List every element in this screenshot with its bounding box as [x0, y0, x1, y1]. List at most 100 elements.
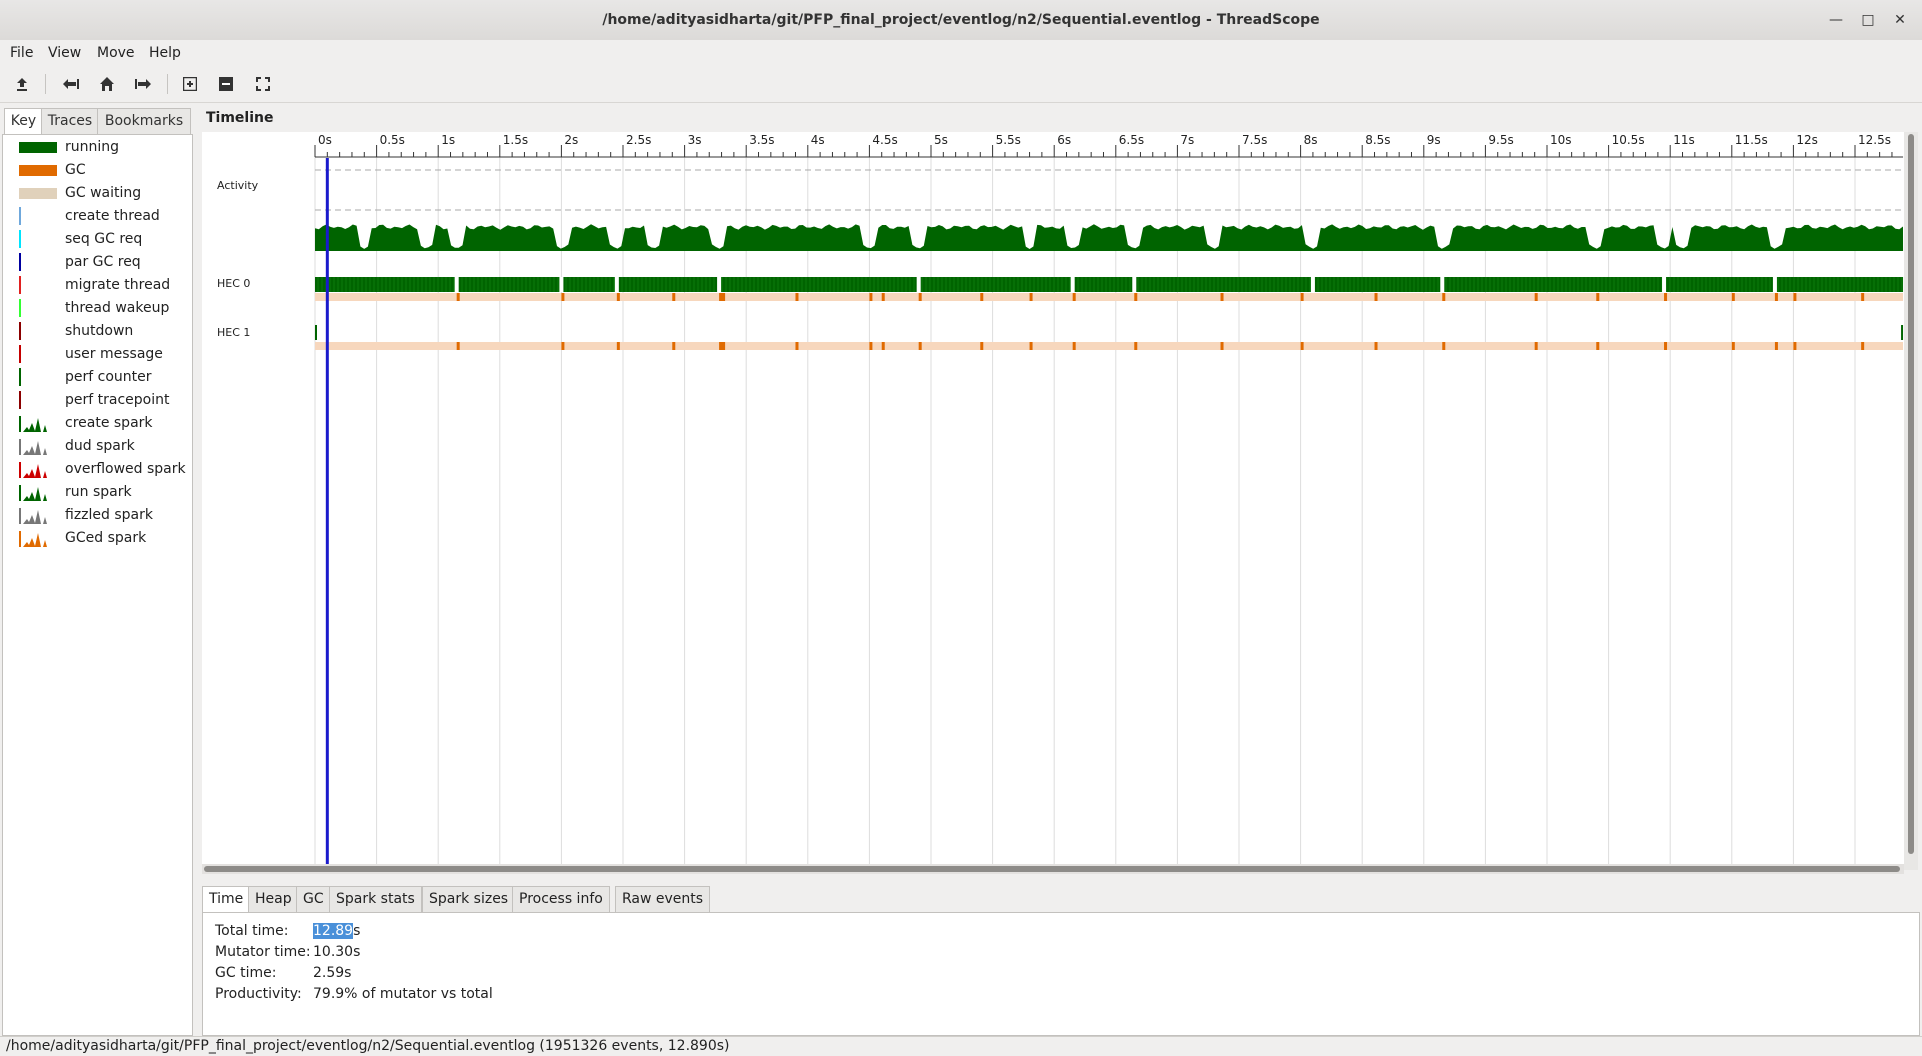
zoom-fit-icon[interactable]: [250, 71, 276, 97]
key-swatch-spark: [19, 438, 49, 463]
key-swatch-spark: [19, 415, 49, 440]
key-label: par GC req: [65, 254, 141, 270]
key-label: overflowed spark: [65, 461, 186, 477]
tick-label: 4.5s: [872, 133, 897, 147]
gc-time-value[interactable]: 2.59s: [313, 965, 351, 981]
hec0-gc-mark: [561, 293, 565, 301]
hec0-gc-mark: [869, 293, 873, 301]
hec0-gc-mark: [795, 293, 799, 301]
hec1-gc-mark: [1861, 342, 1865, 350]
total-time-selection[interactable]: 12.89: [313, 923, 354, 939]
hec0-gc-mark: [1134, 293, 1138, 301]
tab-raw-events[interactable]: Raw events: [615, 886, 711, 912]
row-label-gutter: [202, 132, 315, 870]
hec0-gc-mark: [1861, 293, 1865, 301]
total-time-value[interactable]: 12.89s: [313, 923, 360, 939]
side-panel: Key Traces Bookmarks running GC GC waiting…: [0, 108, 193, 1036]
hec0-gap: [1662, 277, 1667, 292]
key-label: create thread: [65, 208, 160, 224]
hec0-gap: [1070, 277, 1075, 292]
tab-process-info[interactable]: Process info: [512, 886, 610, 912]
key-label: shutdown: [65, 323, 134, 339]
menu-bar: File View Move Help: [0, 40, 1922, 66]
hec1-gc-mark: [918, 342, 922, 350]
hec0-gc-mark: [1374, 293, 1378, 301]
hec1-gc-mark: [1774, 342, 1778, 350]
hec0-gc-mark: [1442, 293, 1446, 301]
zoom-out-icon[interactable]: [213, 71, 239, 97]
main-panel: Timeline Activity HEC 0 HEC 1 0s 0.5s 1s 1.5s 2…: [196, 108, 1922, 1036]
row-label: Activity: [217, 179, 259, 192]
key-swatch-line: [19, 345, 21, 363]
tab-spark-sizes[interactable]: Spark sizes: [422, 886, 516, 912]
open-icon[interactable]: [9, 71, 35, 97]
timeline-canvas[interactable]: Activity HEC 0 HEC 1 0s 0.5s 1s 1.5s 2s 2.5s 3s 3.…: [202, 132, 1904, 870]
tab-bookmarks[interactable]: Bookmarks: [97, 108, 191, 134]
productivity-label: Productivity:: [215, 986, 302, 1002]
menu-view[interactable]: View: [48, 40, 81, 66]
key-label: perf counter: [65, 369, 152, 385]
time-info-panel: Total time: 12.89s Mutator time: 10.30s …: [202, 912, 1920, 1036]
hec0-gap: [614, 277, 619, 292]
hec1-gc-mark: [1029, 342, 1033, 350]
productivity-value[interactable]: 79.9% of mutator vs total: [313, 986, 493, 1002]
horizontal-scrollbar[interactable]: [202, 864, 1904, 874]
key-swatch-line: [19, 207, 21, 225]
window-title: /home/adityasidharta/git/PFP_final_proje…: [602, 12, 1320, 28]
scroll-right-icon[interactable]: [130, 71, 156, 97]
home-icon[interactable]: [94, 71, 120, 97]
zoom-in-icon[interactable]: [177, 71, 203, 97]
tab-heap[interactable]: Heap: [248, 886, 299, 912]
key-swatch-line: [19, 276, 21, 294]
tick-label: 7s: [1180, 133, 1194, 147]
menu-file[interactable]: File: [10, 40, 33, 66]
hec0-gap: [1772, 277, 1777, 292]
tick-label: 0.5s: [380, 133, 405, 147]
maximize-icon[interactable]: □: [1856, 8, 1880, 32]
tab-time[interactable]: Time: [202, 886, 251, 912]
tab-traces[interactable]: Traces: [41, 108, 99, 134]
hec1-gc-mark: [795, 342, 799, 350]
mutator-time-value[interactable]: 10.30s: [313, 944, 360, 960]
hec1-gc-mark: [1793, 342, 1797, 350]
key-swatch-spark: [19, 461, 49, 486]
key-label: thread wakeup: [65, 300, 170, 316]
hec0-gc-mark: [1793, 293, 1797, 301]
hec1-gc-mark: [1300, 342, 1304, 350]
key-label: running: [65, 139, 120, 155]
tick-label: 6.5s: [1119, 133, 1144, 147]
key-swatch-line: [19, 368, 21, 386]
hec0-gc-mark: [616, 293, 620, 301]
hec0-gc-mark: [1774, 293, 1778, 301]
key-list: running GC GC waiting create thread seq GC r…: [2, 134, 193, 1036]
key-swatch-spark: [19, 530, 49, 555]
horizontal-scroll-thumb[interactable]: [204, 866, 1900, 872]
tab-key[interactable]: Key: [4, 108, 43, 134]
vertical-scrollbar[interactable]: [1904, 132, 1918, 870]
key-label: seq GC req: [65, 231, 143, 247]
hec0-gap: [559, 277, 564, 292]
timeline-svg: Activity HEC 0 HEC 1 0s 0.5s 1s 1.5s 2s 2.5s 3s 3.…: [202, 132, 1904, 870]
minimize-icon[interactable]: —: [1824, 8, 1848, 32]
close-icon[interactable]: ✕: [1888, 8, 1912, 32]
tick-label: 6s: [1057, 133, 1071, 147]
hec1-gc-mark: [1664, 342, 1668, 350]
menu-move[interactable]: Move: [97, 40, 135, 66]
hec0-gc-mark: [719, 293, 726, 301]
hec0-gc-mark: [1300, 293, 1304, 301]
hec1-gc-mark: [1072, 342, 1076, 350]
hec1-gc-mark: [616, 342, 620, 350]
tick-label: 2s: [564, 133, 578, 147]
menu-help[interactable]: Help: [149, 40, 181, 66]
hec0-gc-mark: [1029, 293, 1033, 301]
scroll-left-icon[interactable]: [58, 71, 84, 97]
vertical-scroll-thumb[interactable]: [1908, 134, 1914, 854]
hec1-gc-mark: [1442, 342, 1446, 350]
key-label: fizzled spark: [65, 507, 153, 523]
hec0-gap: [916, 277, 921, 292]
key-swatch-spark: [19, 507, 49, 532]
tab-spark-stats[interactable]: Spark stats: [329, 886, 422, 912]
hec0-gap: [1310, 277, 1315, 292]
tab-gc[interactable]: GC: [296, 886, 331, 912]
tick-label: 1.5s: [503, 133, 528, 147]
